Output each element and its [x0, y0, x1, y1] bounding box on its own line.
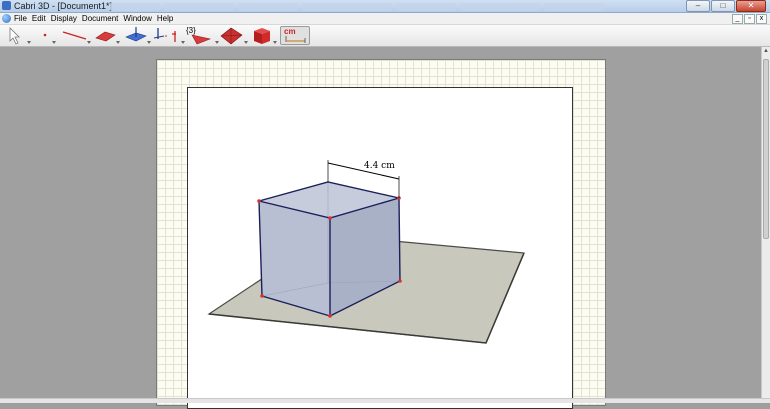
vertex-point[interactable]	[260, 294, 264, 298]
3d-view[interactable]: 4.4 cm	[188, 88, 572, 408]
vertex-point[interactable]	[257, 199, 261, 203]
doc-restore-button[interactable]: ▫	[744, 14, 755, 24]
surfaces-tool[interactable]	[93, 26, 120, 45]
minimize-button[interactable]: –	[686, 0, 710, 12]
ruler-icon	[285, 36, 306, 43]
regular-polygons-tool[interactable]: {3}	[186, 26, 219, 45]
menu-display[interactable]: Display	[51, 13, 77, 24]
vertex-point[interactable]	[328, 216, 332, 220]
measurement-label: 4.4 cm	[364, 161, 395, 171]
menu-edit[interactable]: Edit	[32, 13, 46, 24]
plane-tool[interactable]	[124, 26, 151, 45]
maximize-button[interactable]: □	[711, 0, 735, 12]
set-label: {3}	[186, 26, 196, 35]
window-title: Cabri 3D - [Document1*]	[14, 1, 113, 11]
vertical-scrollbar[interactable]: ▲	[761, 47, 770, 398]
transform-icon	[153, 28, 176, 42]
app-icon	[2, 1, 11, 10]
menu-file[interactable]: File	[14, 13, 27, 24]
scroll-up-icon[interactable]: ▲	[762, 47, 770, 55]
curves-tool[interactable]	[60, 26, 91, 45]
cube-icon	[254, 28, 270, 44]
scrollbar-thumb[interactable]	[763, 59, 769, 239]
relative-constructions-tool[interactable]	[152, 26, 185, 45]
menu-bar: File Edit Display Document Window Help _…	[0, 13, 770, 25]
triangle-icon	[220, 27, 243, 45]
document-icon[interactable]	[2, 14, 11, 23]
taskbar-tabs	[110, 2, 670, 11]
vertex-point[interactable]	[328, 314, 332, 318]
status-bar	[0, 398, 770, 403]
polygon-icon: {3}	[186, 26, 212, 45]
solids-tool[interactable]	[250, 26, 277, 45]
units-tool[interactable]: cm	[280, 26, 310, 45]
point-icon	[43, 33, 47, 37]
doc-minimize-button[interactable]: _	[732, 14, 743, 24]
vertex-point[interactable]	[398, 279, 402, 283]
drawing-page[interactable]: 4.4 cm	[187, 87, 573, 409]
menu-window[interactable]: Window	[123, 13, 151, 24]
toolbar: {3} cm	[0, 25, 770, 47]
menu-document[interactable]: Document	[82, 13, 118, 24]
manipulation-tool[interactable]	[6, 26, 31, 45]
doc-close-button[interactable]: x	[756, 14, 767, 24]
points-tool[interactable]	[37, 26, 56, 45]
window-controls: – □ ✕	[686, 0, 766, 12]
close-button[interactable]: ✕	[736, 0, 766, 12]
workspace: 4.4 cm	[0, 47, 762, 409]
pointer-arrow-icon	[9, 27, 20, 45]
menu-help[interactable]: Help	[157, 13, 173, 24]
perpendicular-icon	[125, 27, 147, 42]
title-bar: Cabri 3D - [Document1*] – □ ✕	[0, 0, 770, 13]
plane-icon	[95, 31, 116, 42]
polyhedra-tool[interactable]	[219, 26, 248, 45]
line-icon	[62, 31, 87, 40]
document-window-controls: _ ▫ x	[732, 14, 767, 24]
